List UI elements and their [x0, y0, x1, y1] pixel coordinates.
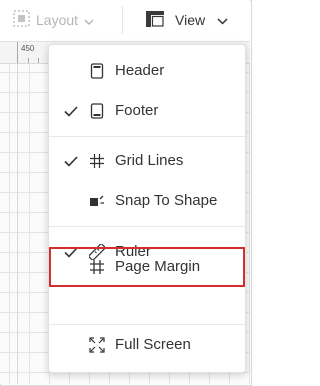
checkmark-icon: [63, 153, 79, 169]
menu-divider: [49, 226, 245, 227]
vertical-ruler: [0, 64, 18, 384]
full-screen-icon: [89, 337, 105, 353]
menu-item-page-margin[interactable]: Page Margin: [49, 247, 245, 287]
checkmark-icon: [63, 103, 79, 119]
menu-item-label: Grid Lines: [115, 152, 184, 169]
menu-item-label: Header: [115, 62, 165, 79]
ruler-tick: [28, 58, 29, 63]
menu-item-footer[interactable]: Footer: [49, 91, 245, 131]
layout-label: Layout: [36, 12, 79, 28]
chevron-down-icon: [217, 12, 228, 28]
page-margin-icon: [89, 259, 105, 275]
menu-item-label: Page Margin: [115, 258, 201, 275]
toolbar: Layout View: [0, 0, 250, 42]
view-label: View: [175, 12, 206, 28]
menu-divider: [49, 136, 245, 137]
menu-item-label: Snap To Shape: [115, 192, 218, 209]
view-dropdown-menu: Header Footer Grid Lines Snap To Shape R…: [48, 44, 246, 373]
footer-icon: [89, 103, 105, 119]
menu-item-header[interactable]: Header: [49, 51, 245, 91]
grid-icon: [89, 153, 105, 169]
menu-item-grid-lines[interactable]: Grid Lines: [49, 141, 245, 181]
snap-icon: [89, 193, 105, 209]
view-button[interactable]: View: [146, 9, 228, 31]
ruler-tick: [38, 58, 39, 63]
chevron-down-icon: [84, 12, 94, 28]
ruler-tick: [17, 42, 18, 63]
header-icon: [89, 63, 105, 79]
toolbar-separator: [122, 6, 123, 34]
menu-item-label: Full Screen: [115, 336, 191, 353]
layout-icon: [13, 10, 30, 30]
menu-item-full-screen[interactable]: Full Screen: [49, 325, 245, 365]
ruler-number: 450: [21, 44, 35, 53]
menu-item-snap-to-shape[interactable]: Snap To Shape: [49, 181, 245, 221]
view-icon: [146, 10, 164, 30]
layout-button[interactable]: Layout: [13, 9, 94, 31]
menu-item-label: Footer: [115, 102, 159, 119]
